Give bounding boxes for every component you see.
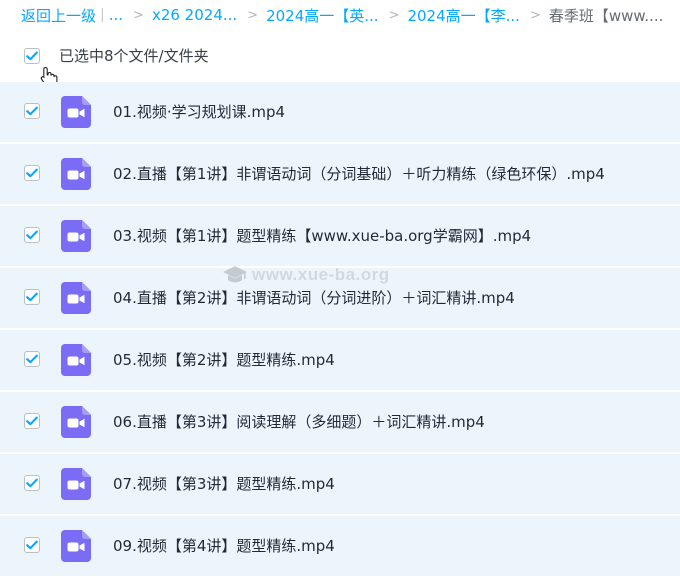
video-file-icon xyxy=(61,220,91,252)
breadcrumb-arrow: > xyxy=(388,7,400,23)
checkmark-icon xyxy=(26,354,38,364)
file-checkbox[interactable] xyxy=(24,289,40,305)
file-checkbox[interactable] xyxy=(24,537,40,553)
file-row[interactable]: 09.视频【第4讲】题型精练.mp4 xyxy=(0,516,680,578)
video-file-icon xyxy=(61,158,91,190)
file-checkbox[interactable] xyxy=(24,227,40,243)
file-name[interactable]: 09.视频【第4讲】题型精练.mp4 xyxy=(113,535,335,556)
file-checkbox[interactable] xyxy=(24,475,40,491)
video-file-icon xyxy=(61,468,91,500)
file-row[interactable]: 03.视频【第1讲】题型精练【www.xue-ba.org学霸网】.mp4 xyxy=(0,206,680,268)
video-file-icon xyxy=(61,530,91,562)
file-name[interactable]: 02.直播【第1讲】非谓语动词（分词基础）＋听力精练（绿色环保）.mp4 xyxy=(113,163,605,184)
checkmark-icon xyxy=(26,51,38,61)
file-name[interactable]: 06.直播【第3讲】阅读理解（多细题）＋词汇精讲.mp4 xyxy=(113,411,485,432)
file-name[interactable]: 01.视频·学习规划课.mp4 xyxy=(113,101,285,122)
breadcrumb-current: 春季班【www.... xyxy=(548,6,664,25)
file-checkbox[interactable] xyxy=(24,351,40,367)
file-list: 01.视频·学习规划课.mp4 02.直播【第1讲】非谓语动词（分词基础）＋听力精… xyxy=(0,82,680,578)
video-file-icon xyxy=(61,96,91,128)
selection-count-text: 已选中8个文件/文件夹 xyxy=(59,47,209,65)
file-row[interactable]: 01.视频·学习规划课.mp4 xyxy=(0,82,680,144)
back-link[interactable]: 返回上一级 xyxy=(21,5,96,26)
checkmark-icon xyxy=(26,106,38,116)
breadcrumb-arrow: > xyxy=(529,7,541,23)
file-checkbox[interactable] xyxy=(24,103,40,119)
file-row[interactable]: 06.直播【第3讲】阅读理解（多细题）＋词汇精讲.mp4 xyxy=(0,392,680,454)
file-row[interactable]: 05.视频【第2讲】题型精练.mp4 xyxy=(0,330,680,392)
file-row[interactable]: 02.直播【第1讲】非谓语动词（分词基础）＋听力精练（绿色环保）.mp4 xyxy=(0,144,680,206)
breadcrumb-item-1[interactable]: x26 2024... xyxy=(152,6,237,24)
checkmark-icon xyxy=(26,478,38,488)
file-row[interactable]: 04.直播【第2讲】非谓语动词（分词进阶）＋词汇精讲.mp4 xyxy=(0,268,680,330)
video-file-icon xyxy=(61,282,91,314)
breadcrumb-arrow: > xyxy=(247,7,259,23)
checkmark-icon xyxy=(26,230,38,240)
video-file-icon xyxy=(61,406,91,438)
file-checkbox[interactable] xyxy=(24,165,40,181)
file-name[interactable]: 03.视频【第1讲】题型精练【www.xue-ba.org学霸网】.mp4 xyxy=(113,225,531,246)
file-name[interactable]: 05.视频【第2讲】题型精练.mp4 xyxy=(113,349,335,370)
checkmark-icon xyxy=(26,540,38,550)
file-name[interactable]: 07.视频【第3讲】题型精练.mp4 xyxy=(113,473,335,494)
video-file-icon xyxy=(61,344,91,376)
breadcrumb: 返回上一级 | ... > x26 2024... > 2024高一【英... … xyxy=(0,0,680,30)
breadcrumb-item-3[interactable]: 2024高一【李... xyxy=(407,5,519,26)
select-all-checkbox[interactable] xyxy=(24,48,40,64)
checkmark-icon xyxy=(26,168,38,178)
checkmark-icon xyxy=(26,292,38,302)
breadcrumb-ellipsis[interactable]: ... xyxy=(109,6,123,24)
breadcrumb-item-2[interactable]: 2024高一【英... xyxy=(266,5,378,26)
file-name[interactable]: 04.直播【第2讲】非谓语动词（分词进阶）＋词汇精讲.mp4 xyxy=(113,287,515,308)
breadcrumb-separator: | xyxy=(100,7,105,23)
breadcrumb-arrow: > xyxy=(133,7,144,23)
checkmark-icon xyxy=(26,416,38,426)
selection-bar: 已选中8个文件/文件夹 xyxy=(0,30,680,88)
file-row[interactable]: 07.视频【第3讲】题型精练.mp4 xyxy=(0,454,680,516)
file-checkbox[interactable] xyxy=(24,413,40,429)
